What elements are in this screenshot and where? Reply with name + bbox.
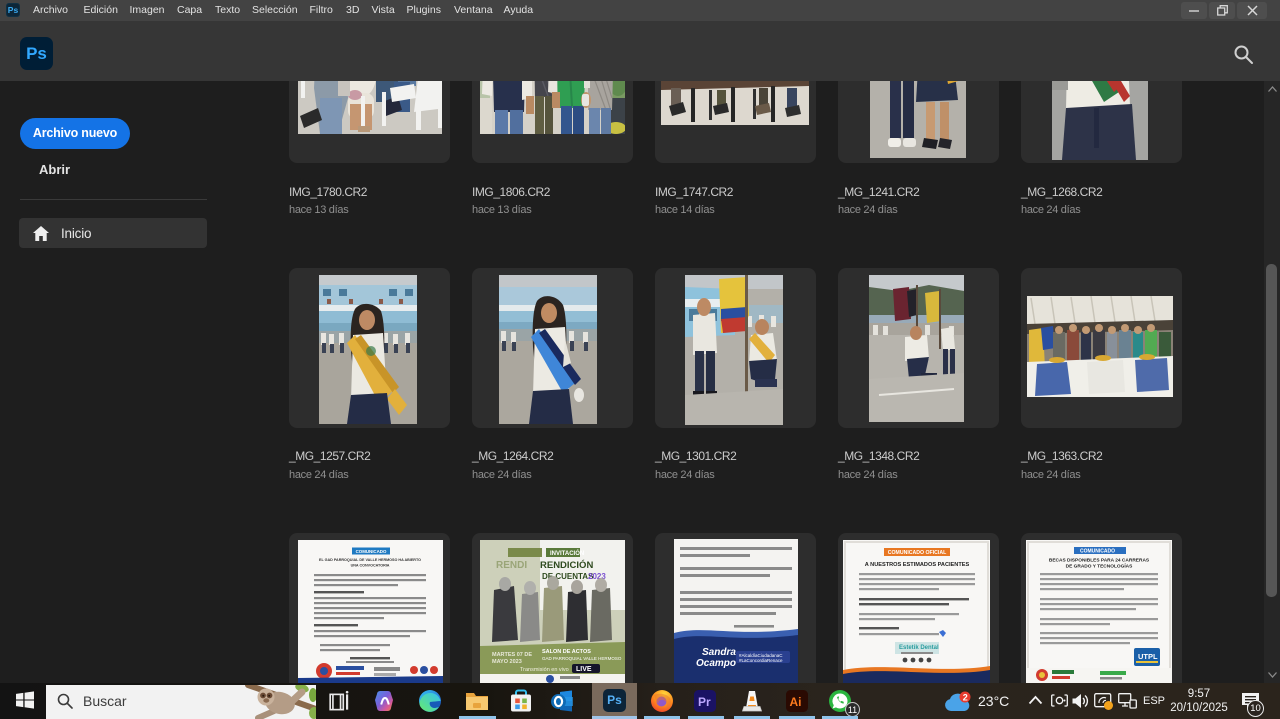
svg-text:RENDICIÓN: RENDICIÓN	[540, 559, 593, 571]
svg-text:UTPL: UTPL	[1138, 652, 1158, 661]
svg-text:Sandra: Sandra	[702, 647, 736, 658]
svg-text:INVITACIÓN: INVITACIÓN	[550, 549, 584, 557]
svg-text:MAYO 2023: MAYO 2023	[492, 659, 522, 665]
svg-text:SALON DE ACTOS: SALON DE ACTOS	[542, 649, 591, 655]
svg-text:COMUNICADO: COMUNICADO	[1080, 549, 1115, 555]
svg-text:EL GAD PARROQUIAL DE VALLE HER: EL GAD PARROQUIAL DE VALLE HERMOSO HA AB…	[319, 558, 421, 562]
svg-text:A NUESTROS ESTIMADOS PACIENTES: A NUESTROS ESTIMADOS PACIENTES	[865, 562, 970, 568]
svg-text:COMUNICADO: COMUNICADO	[356, 549, 387, 554]
svg-text:MARTES 07 DE: MARTES 07 DE	[492, 652, 532, 658]
svg-text:RENDI: RENDI	[496, 560, 527, 571]
svg-text:Ai: Ai	[790, 695, 802, 709]
svg-text:Estetik Dental: Estetik Dental	[899, 645, 939, 651]
svg-text:BECAS DISPONIBLES PARA 24 CARR: BECAS DISPONIBLES PARA 24 CARRERAS	[1049, 558, 1150, 564]
svg-text:#LaConcordiaRenace: #LaConcordiaRenace	[739, 658, 783, 663]
svg-text:Transmisión en vivo: Transmisión en vivo	[520, 667, 569, 673]
svg-text:COMUNICADO OFICIAL: COMUNICADO OFICIAL	[888, 550, 947, 556]
svg-text:Pr: Pr	[698, 695, 711, 709]
svg-text:Ocampo: Ocampo	[696, 658, 736, 669]
svg-text:2: 2	[963, 692, 968, 702]
svg-text:LIVE: LIVE	[576, 666, 592, 673]
svg-text:UNA CONVOCATORIA: UNA CONVOCATORIA	[351, 564, 390, 568]
svg-text:GAD PARROQUIAL VALLE HERMOSO: GAD PARROQUIAL VALLE HERMOSO	[542, 656, 622, 661]
